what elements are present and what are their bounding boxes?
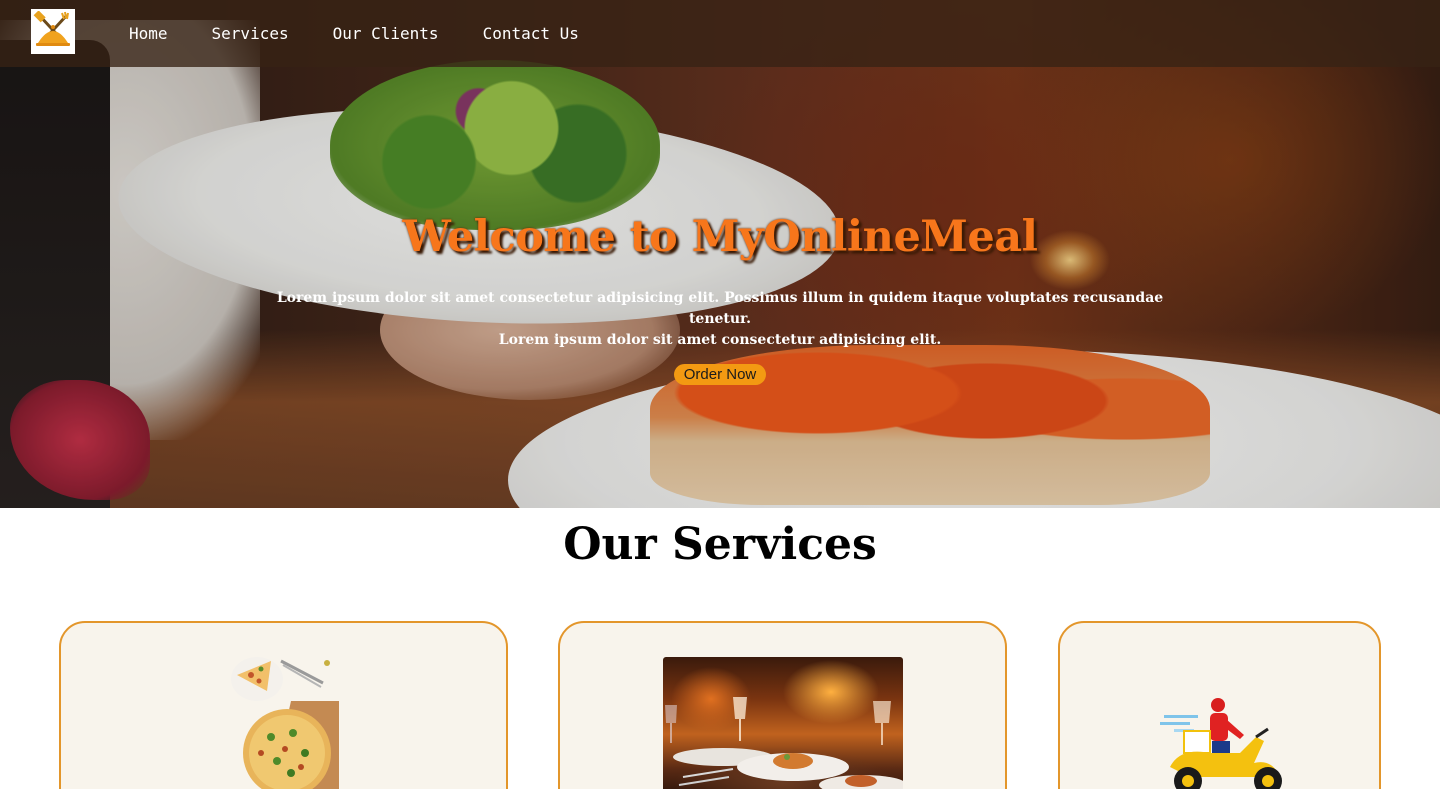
logo[interactable]: [31, 9, 75, 54]
nav-links: Home Services Our Clients Contact Us: [107, 0, 601, 67]
hero-title: Welcome to MyOnlineMeal: [402, 212, 1038, 262]
restaurant-logo-icon: [33, 10, 70, 46]
services-heading: Our Services: [563, 519, 877, 570]
service-card-pizza[interactable]: [59, 621, 508, 789]
hero-subtitle-line-2: Lorem ipsum dolor sit amet consectetur a…: [498, 332, 942, 348]
nav-home[interactable]: Home: [107, 24, 190, 43]
delivery-scooter-image: [1160, 698, 1282, 789]
service-card-dining[interactable]: [558, 621, 1007, 789]
hero-subtitle: Lorem ipsum dolor sit amet consectetur a…: [270, 288, 1170, 351]
page: Welcome to MyOnlineMeal Lorem ipsum dolo…: [0, 0, 1440, 789]
navbar: Home Services Our Clients Contact Us: [0, 0, 1440, 67]
pizza-image: [231, 657, 339, 789]
hero-banner: Welcome to MyOnlineMeal Lorem ipsum dolo…: [0, 0, 1440, 508]
hero-content: Welcome to MyOnlineMeal Lorem ipsum dolo…: [0, 212, 1440, 385]
hero-subtitle-line-1: Lorem ipsum dolor sit amet consectetur a…: [276, 290, 1164, 327]
service-card-delivery[interactable]: [1058, 621, 1381, 789]
nav-contact-us[interactable]: Contact Us: [461, 24, 601, 43]
nav-services[interactable]: Services: [190, 24, 311, 43]
restaurant-dining-image: [663, 657, 903, 789]
nav-our-clients[interactable]: Our Clients: [311, 24, 461, 43]
order-now-button[interactable]: Order Now: [673, 364, 767, 385]
